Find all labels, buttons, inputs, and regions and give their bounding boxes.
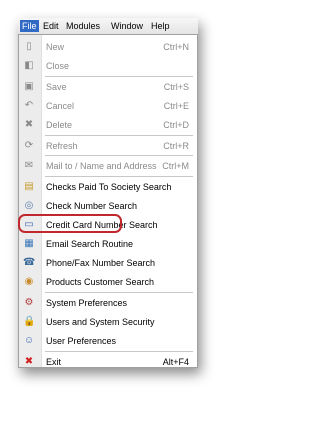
menu-item-shortcut: Ctrl+N — [163, 42, 189, 52]
lock-icon: 🔒 — [23, 316, 36, 327]
menu-item-shortcut: Ctrl+E — [163, 101, 189, 111]
user-icon: ☺ — [23, 335, 35, 346]
menu-item-refresh[interactable]: ⟳ Refresh Ctrl+R — [19, 138, 197, 154]
menu-item-close[interactable]: ◧ Close — [19, 58, 197, 74]
menu-item-exit[interactable]: ✖ Exit Alt+F4 — [19, 354, 197, 370]
magnifier-icon: ◎ — [24, 200, 34, 211]
menu-item-label: Cancel — [46, 101, 75, 111]
menu-modules[interactable]: Modules — [64, 20, 102, 32]
delete-icon: ✖ — [24, 119, 34, 130]
menu-item-check-number-search[interactable]: ◎ Check Number Search — [19, 198, 197, 214]
new-document-icon: ▯ — [26, 41, 32, 52]
menu-separator — [45, 176, 193, 177]
menu-item-checks-paid-search[interactable]: ▤ Checks Paid To Society Search — [19, 179, 197, 195]
undo-icon: ↶ — [24, 100, 34, 111]
menu-item-email-search-routine[interactable]: ▦ Email Search Routine — [19, 236, 197, 252]
menu-item-user-preferences[interactable]: ☺ User Preferences — [19, 333, 197, 349]
menu-item-mail-to[interactable]: ✉ Mail to / Name and Address Ctrl+M — [19, 158, 197, 174]
menu-item-system-preferences[interactable]: ⚙ System Preferences — [19, 295, 197, 311]
menu-edit[interactable]: Edit — [41, 20, 61, 32]
mail-icon: ✉ — [24, 160, 34, 171]
save-icon: ▣ — [24, 81, 34, 92]
menu-item-label: Products Customer Search — [46, 277, 155, 287]
application-window: File Edit Modules Window Help ▯ New Ctrl+N… — [18, 18, 198, 368]
menu-file[interactable]: File — [20, 20, 39, 32]
menu-item-shortcut: Ctrl+D — [163, 120, 189, 130]
menu-help[interactable]: Help — [149, 20, 172, 32]
menu-item-label: Users and System Security — [46, 317, 155, 327]
system-preferences-icon: ⚙ — [24, 297, 34, 308]
checks-icon: ▤ — [24, 181, 34, 192]
menu-item-label: System Preferences — [46, 298, 128, 308]
phone-icon: ☎ — [23, 257, 36, 268]
refresh-icon: ⟳ — [24, 140, 34, 151]
menu-item-label: Refresh — [46, 141, 78, 151]
menu-separator — [45, 155, 193, 156]
file-menu-dropdown: ▯ New Ctrl+N ◧ Close ▣ Save Ctrl+S ↶ Cancel Ctrl+E… — [18, 34, 198, 368]
products-icon: ◉ — [24, 276, 34, 287]
menu-item-label: Email Search Routine — [46, 239, 134, 249]
menu-separator — [45, 351, 193, 352]
menu-item-new[interactable]: ▯ New Ctrl+N — [19, 39, 197, 55]
menu-item-shortcut: Ctrl+M — [162, 161, 189, 171]
menu-item-shortcut: Ctrl+R — [163, 141, 189, 151]
menu-item-label: Phone/Fax Number Search — [46, 258, 156, 268]
menu-item-delete[interactable]: ✖ Delete Ctrl+D — [19, 117, 197, 133]
menu-item-phone-fax-search[interactable]: ☎ Phone/Fax Number Search — [19, 255, 197, 271]
menu-item-label: Check Number Search — [46, 201, 138, 211]
menu-separator — [45, 292, 193, 293]
menu-window[interactable]: Window — [109, 20, 145, 32]
menu-item-label: User Preferences — [46, 336, 117, 346]
menu-item-label: Close — [46, 61, 70, 71]
menu-item-products-customer-search[interactable]: ◉ Products Customer Search — [19, 274, 197, 290]
menu-item-label: Exit — [46, 357, 62, 367]
menu-separator — [45, 76, 193, 77]
menu-item-save[interactable]: ▣ Save Ctrl+S — [19, 79, 197, 95]
menu-item-label: Save — [46, 82, 67, 92]
menu-item-shortcut: Ctrl+S — [163, 82, 189, 92]
menu-item-users-security[interactable]: 🔒 Users and System Security — [19, 314, 197, 330]
highlight-annotation — [18, 214, 122, 233]
email-search-icon: ▦ — [24, 238, 34, 249]
menu-separator — [45, 135, 193, 136]
menu-item-label: Mail to / Name and Address — [46, 161, 157, 171]
menu-item-shortcut: Alt+F4 — [162, 357, 189, 367]
menu-item-label: New — [46, 42, 65, 52]
menu-item-cancel[interactable]: ↶ Cancel Ctrl+E — [19, 98, 197, 114]
menu-item-label: Delete — [46, 120, 73, 130]
close-document-icon: ◧ — [24, 60, 34, 71]
exit-icon: ✖ — [24, 356, 34, 367]
menu-bar: File Edit Modules Window Help — [18, 18, 198, 35]
menu-item-label: Checks Paid To Society Search — [46, 182, 172, 192]
